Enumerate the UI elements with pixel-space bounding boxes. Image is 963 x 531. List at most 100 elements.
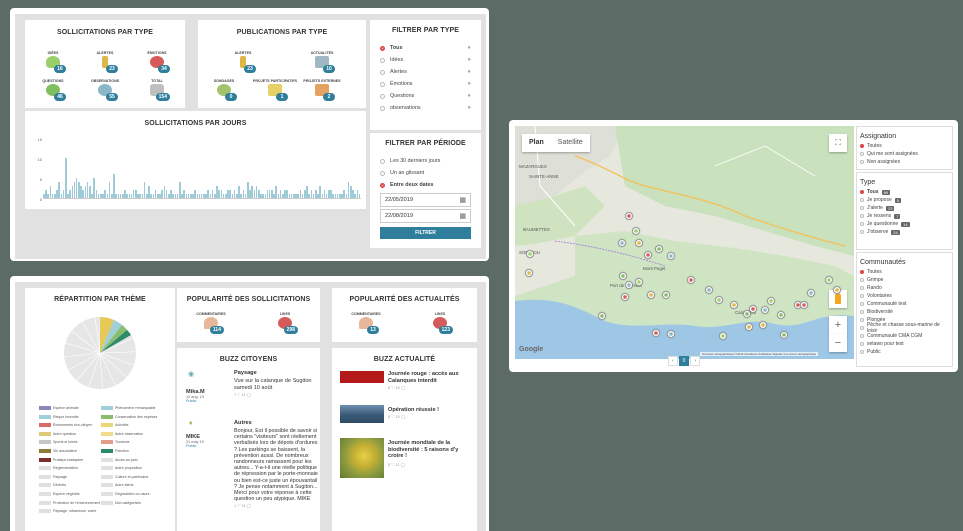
radio-button[interactable] [380,170,385,176]
radio-button[interactable] [860,278,864,282]
date-to-input[interactable]: 22/08/2019 ▦ [380,209,471,223]
map-marker[interactable] [619,272,627,280]
map-marker[interactable] [526,250,534,258]
radio-option[interactable]: Les 30 derniers jours [380,155,471,167]
map-marker[interactable] [525,269,533,277]
map-marker[interactable] [598,312,606,320]
radio-button[interactable] [860,222,864,226]
radio-button[interactable] [860,302,864,306]
map-marker[interactable] [730,301,738,309]
map-marker[interactable] [745,323,753,331]
filter-option[interactable]: Toutes [860,268,949,276]
radio-button[interactable] [860,206,864,210]
map-marker[interactable] [632,227,640,235]
map-marker[interactable] [761,306,769,314]
map-marker[interactable] [687,276,695,284]
radio-option[interactable]: Questions ● [380,90,471,102]
filter-option[interactable]: setawo pour test [860,340,949,348]
map-marker[interactable] [635,239,643,247]
radio-button[interactable] [380,105,385,111]
zoom-in-button[interactable]: + [829,316,847,334]
map-marker[interactable] [667,252,675,260]
filter-option[interactable]: Je questionne 14 [860,220,949,228]
radio-option[interactable]: Alertes ● [380,66,471,78]
map-marker[interactable] [621,293,629,301]
calendar-icon[interactable]: ▦ [459,196,466,204]
filter-button[interactable]: FILTRER [380,227,471,239]
filter-option[interactable]: Public [860,348,949,356]
radio-button[interactable] [380,45,385,51]
filter-option[interactable]: Pêche et chasse sous-marine de loisir [860,322,949,334]
calendar-icon[interactable]: ▦ [459,212,466,220]
radio-button[interactable] [380,69,385,75]
radio-option[interactable]: Émotions ● [380,78,471,90]
radio-button[interactable] [860,190,864,194]
radio-button[interactable] [380,182,385,188]
filter-option[interactable]: J'alerte 23 [860,204,949,212]
radio-button[interactable] [860,198,864,202]
radio-button[interactable] [860,160,864,164]
filter-option[interactable]: Communauté test [860,300,949,308]
radio-option[interactable]: Un an glissant [380,167,471,179]
radio-option[interactable]: Tous ● [380,42,471,54]
filter-option[interactable]: Je ressens 7 [860,212,949,220]
radio-option[interactable]: Entre deux dates [380,179,471,191]
map-marker[interactable] [825,276,833,284]
map-marker[interactable] [807,289,815,297]
map-marker[interactable] [625,212,633,220]
pager-current[interactable]: 0 [678,356,690,366]
radio-button[interactable] [860,214,864,218]
date-from-input[interactable]: 22/05/2019 ▦ [380,193,471,207]
map-marker[interactable] [647,291,655,299]
radio-button[interactable] [380,81,385,87]
map-marker[interactable] [625,281,633,289]
map-view[interactable]: Plan Satellite ⛶ + − Google Données cart… [515,126,854,359]
map-marker[interactable] [705,286,713,294]
map-marker[interactable] [662,291,670,299]
filter-option[interactable]: Tous 89 [860,188,949,196]
map-marker[interactable] [667,330,675,338]
radio-button[interactable] [860,230,864,234]
map-marker[interactable] [800,301,808,309]
radio-button[interactable] [860,270,864,274]
map-tab-satellite[interactable]: Satellite [551,134,590,152]
pager-next[interactable]: › [690,356,701,366]
map-marker[interactable] [749,305,757,313]
radio-option[interactable]: Idées ● [380,54,471,66]
radio-button[interactable] [380,57,385,63]
map-marker[interactable] [635,278,643,286]
pager-prev[interactable]: ‹ [668,356,678,366]
radio-button[interactable] [380,93,385,99]
filter-option[interactable]: J'observe 24 [860,228,949,236]
radio-button[interactable] [860,144,864,148]
filter-option[interactable]: Rando [860,284,949,292]
filter-option[interactable]: Non assignées [860,158,949,166]
radio-option[interactable]: observations ● [380,102,471,114]
map-marker[interactable] [777,311,785,319]
radio-button[interactable] [860,342,864,346]
radio-button[interactable] [380,158,385,164]
map-marker[interactable] [759,321,767,329]
radio-button[interactable] [860,326,864,330]
radio-button[interactable] [860,350,864,354]
map-marker[interactable] [655,245,663,253]
map-marker[interactable] [652,329,660,337]
filter-option[interactable]: Volontaires [860,292,949,300]
fullscreen-button[interactable]: ⛶ [829,134,847,152]
radio-button[interactable] [860,310,864,314]
map-marker[interactable] [715,296,723,304]
map-tab-plan[interactable]: Plan [522,134,551,152]
radio-button[interactable] [860,294,864,298]
filter-option[interactable]: Biodiversité [860,308,949,316]
filter-option[interactable]: Je propose 5 [860,196,949,204]
radio-button[interactable] [860,286,864,290]
map-marker[interactable] [780,331,788,339]
map-canvas[interactable] [515,126,854,359]
radio-button[interactable] [860,334,864,338]
map-marker[interactable] [644,251,652,259]
radio-button[interactable] [860,152,864,156]
filter-option[interactable]: Grimpe [860,276,949,284]
filter-option[interactable]: Qui me sont assignées [860,150,949,158]
map-marker[interactable] [833,286,841,294]
radio-button[interactable] [860,318,864,322]
